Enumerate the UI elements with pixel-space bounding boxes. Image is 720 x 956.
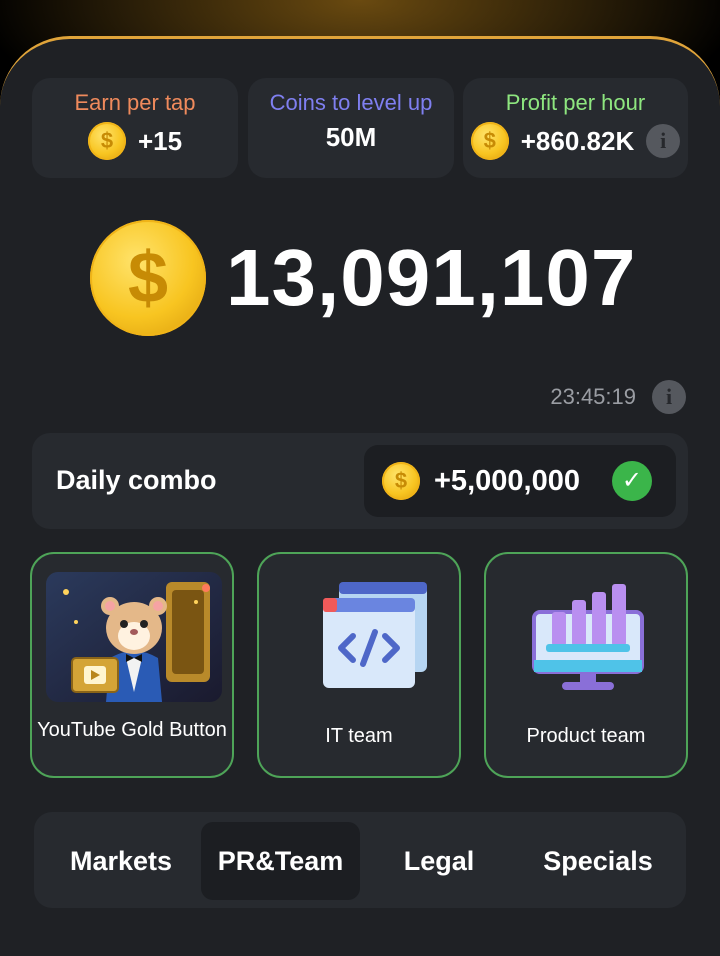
daily-combo-amount: +5,000,000 — [434, 464, 580, 497]
daily-combo-title: Daily combo — [56, 465, 217, 495]
tab-pr-team[interactable]: PR&Team — [201, 822, 360, 900]
earn-per-tap-label: Earn per tap — [74, 90, 196, 115]
coins-to-level-value: 50M — [325, 122, 377, 152]
tab-markets[interactable]: Markets — [50, 822, 192, 900]
card-youtube-gold-button[interactable]: YouTube Gold Button — [30, 552, 234, 778]
earn-per-tap-card: Earn per tap $ +15 — [32, 78, 238, 178]
coins-to-level-label: Coins to level up — [269, 90, 433, 115]
card-product-team[interactable]: Product team — [484, 552, 688, 778]
bar-chart-monitor-icon — [532, 584, 644, 690]
tab-legal[interactable]: Legal — [370, 822, 508, 900]
card-label: Product team — [526, 725, 646, 747]
balance-amount: 13,091,107 — [226, 233, 637, 322]
tab-specials[interactable]: Specials — [518, 822, 678, 900]
coin-icon: $ — [87, 122, 126, 160]
daily-combo-bar[interactable]: Daily combo $ +5,000,000 ✓ — [32, 433, 688, 529]
card-label: IT team — [325, 725, 393, 747]
profit-per-hour-label: Profit per hour — [505, 90, 646, 115]
profit-per-hour-card: Profit per hour $ +860.82K i — [463, 78, 688, 178]
coins-to-level-card: Coins to level up 50M — [248, 78, 454, 178]
check-icon: ✓ — [611, 461, 652, 501]
profit-per-hour-value: +860.82K — [520, 125, 635, 156]
balance-display: $ 13,091,107 — [90, 220, 636, 336]
timer-text: 23:45:19 — [550, 384, 636, 409]
card-it-team[interactable]: IT team — [257, 552, 461, 778]
combo-timer: 23:45:19 i — [550, 380, 686, 414]
earn-per-tap-value: +15 — [137, 125, 183, 156]
profit-info-icon[interactable]: i — [646, 124, 681, 158]
coin-icon: $ — [382, 462, 420, 500]
category-tabs: Markets PR&Team Legal Specials — [34, 812, 686, 908]
hamster-gold-button-image — [46, 572, 222, 702]
daily-combo-reward: $ +5,000,000 ✓ — [364, 445, 676, 517]
card-label: YouTube Gold Button — [37, 719, 227, 741]
code-window-icon — [323, 582, 427, 688]
coin-icon: $ — [470, 122, 509, 160]
large-coin-icon: $ — [90, 220, 206, 336]
timer-info-icon[interactable]: i — [652, 380, 686, 414]
